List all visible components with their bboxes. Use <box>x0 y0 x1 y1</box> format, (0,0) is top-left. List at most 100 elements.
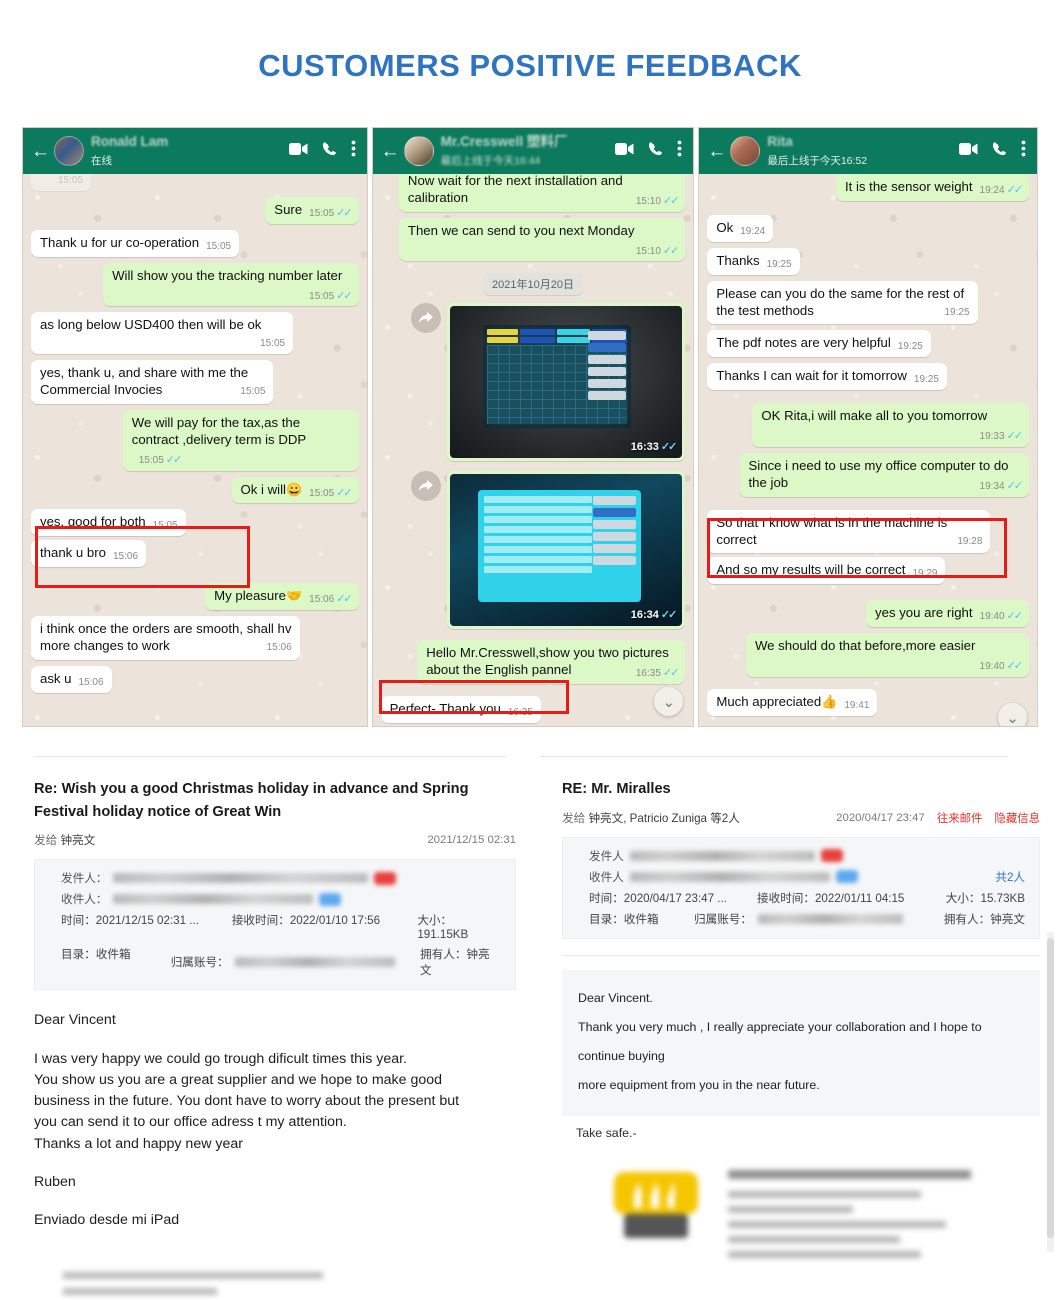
message-list: It is the sensor weight 19:24 ✓✓ Ok 19:24 T… <box>707 174 1029 726</box>
bubble-meta: 15:05 ✓✓ <box>309 206 353 219</box>
chat-bubble[interactable]: Sure 15:05 ✓✓ <box>265 196 359 224</box>
more-options-icon[interactable] <box>1021 140 1026 162</box>
video-call-icon[interactable] <box>959 142 978 161</box>
whatsapp-panel-rita: ← Rita 最后上线于今天16:52 It is the sensor wei… <box>698 127 1038 727</box>
email-date: 2020/04/17 23:47 <box>836 811 925 824</box>
chat-bubble[interactable]: yes, good for both 15:05 <box>31 509 186 537</box>
chat-bubble[interactable]: ask u 15:06 <box>31 665 112 693</box>
chat-bubble[interactable]: And so my results will be correct 19:29 <box>707 557 946 585</box>
bubble-text: Now wait for the next installation and c… <box>407 173 623 205</box>
chat-bubble[interactable]: i think once the orders are smooth, shal… <box>31 616 300 660</box>
to-value: 钟亮文, Patricio Zuniga 等2人 <box>588 811 740 825</box>
feedback-page: CUSTOMERS POSITIVE FEEDBACK ← Ronald Lam… <box>0 0 1060 1300</box>
account-field: 归属账号： <box>694 911 924 927</box>
hide-info-link[interactable]: 隐藏信息 <box>994 810 1040 826</box>
chat-bubble[interactable]: Will show you the tracking number later 1… <box>103 262 359 307</box>
photo-bubble[interactable]: 16:34 ✓✓ <box>447 471 686 630</box>
photo-timestamp: 16:33 ✓✓ <box>630 441 678 454</box>
chat-bubble[interactable]: Perfect- Thank you 16:35 <box>380 696 541 724</box>
bubble-meta: 19:25 <box>913 374 939 386</box>
machine-settings-photo: 16:34 ✓✓ <box>450 474 683 627</box>
chat-bubble[interactable]: Much appreciated👍 19:41 <box>707 688 878 716</box>
more-options-icon[interactable] <box>677 140 682 162</box>
back-arrow-icon[interactable]: ← <box>381 142 400 161</box>
recipient-avatar-redacted <box>835 870 858 884</box>
chat-bubble[interactable]: Please can you do the same for the rest … <box>707 280 978 325</box>
email-mr-miralles: RE: Mr. Miralles 发给 钟亮文, Patricio Zuniga… <box>540 756 1060 1300</box>
bubble-text: Ok i will <box>240 481 286 497</box>
chat-bubble[interactable]: OK Rita,i will make all to you tomorrow 1… <box>752 403 1029 447</box>
chat-bubble[interactable]: Thanks I can wait for it tomorrow 19:25 <box>707 363 947 391</box>
phone-call-icon[interactable] <box>648 141 663 161</box>
whatsapp-panel-mr-cresswell: ← Mr.Cresswell 塑料厂 最后上线于今天16:44 Now wait… <box>371 127 695 727</box>
bubble-meta: 19:25 <box>944 306 970 318</box>
time-value: 2021/12/15 02:31 ... <box>95 914 199 928</box>
chat-bubble[interactable]: yes you are right 19:40 ✓✓ <box>866 600 1029 628</box>
avatar[interactable] <box>403 136 434 166</box>
message-row: as long below USD400 then will be ok 15:0… <box>31 312 359 355</box>
people-count-link[interactable]: 共2人 <box>995 869 1025 885</box>
chat-bubble[interactable]: Ok i will😀 15:05 ✓✓ <box>231 476 359 504</box>
back-arrow-icon[interactable]: ← <box>707 142 726 161</box>
bubble-meta: 19:41 <box>844 699 870 711</box>
avatar[interactable] <box>54 136 84 166</box>
signature-text-redacted <box>728 1170 1040 1266</box>
message-row: Perfect- Thank you 16:35 <box>380 696 686 724</box>
chat-bubble[interactable]: thank u bro 15:06 <box>31 540 147 568</box>
bubble-meta: 19:40 ✓✓ <box>979 610 1024 623</box>
video-call-icon[interactable] <box>288 142 308 161</box>
account-value-redacted <box>757 913 903 924</box>
chat-bubble[interactable]: So that I know what is in the machine is… <box>707 509 991 554</box>
chevron-down-icon[interactable]: ⌄ <box>998 703 1027 726</box>
forward-icon[interactable] <box>411 471 442 502</box>
bubble-text: Hello Mr.Cresswell,show you two pictures… <box>426 645 669 678</box>
received-value: 2022/01/10 17:56 <box>289 914 381 928</box>
recipient-value-redacted <box>629 871 830 882</box>
chat-bubble[interactable]: Then we can send to you next Monday 15:10… <box>398 217 686 262</box>
bubble-meta: 19:24 <box>740 225 766 237</box>
chat-bubble[interactable]: yes, thank u, and share with me the Comm… <box>31 360 274 404</box>
owner-label: 拥有人： <box>420 948 467 962</box>
bubble-text: as long below USD400 then will be ok <box>40 317 262 333</box>
conversation-link[interactable]: 往来邮件 <box>937 810 983 826</box>
phone-call-icon[interactable] <box>322 141 337 161</box>
contact-name: Mr.Cresswell 塑料厂 <box>440 133 568 149</box>
avatar[interactable] <box>730 136 761 166</box>
photo-bubble[interactable]: 16:33 ✓✓ <box>447 303 686 462</box>
chat-bubble[interactable]: My pleasure🤝 15:06 ✓✓ <box>205 583 359 611</box>
bubble-meta: 15:06 <box>78 676 104 688</box>
recipient-value-redacted <box>113 894 314 905</box>
chat-bubble[interactable]: The pdf notes are very helpful 19:25 <box>707 330 931 358</box>
chat-bubble[interactable]: It is the sensor weight 19:24 ✓✓ <box>835 174 1029 201</box>
more-options-icon[interactable] <box>351 140 356 162</box>
message-row: Then we can send to you next Monday 15:10… <box>381 217 686 262</box>
bubble-text: We will pay for the tax,as the contract … <box>131 414 307 447</box>
chat-bubble[interactable]: Now wait for the next installation and c… <box>398 168 686 212</box>
chat-bubble[interactable]: Thank u for ur co-operation 15:05 <box>31 229 240 257</box>
chat-body[interactable]: 15:05 Sure 15:05 ✓✓ Thank u for ur co-oper… <box>23 164 367 726</box>
bubble-meta: 19:34 ✓✓ <box>979 479 1024 492</box>
chat-bubble[interactable]: Ok 19:24 <box>707 214 774 242</box>
hmi-parameter-rows <box>484 495 592 594</box>
phone-call-icon[interactable] <box>992 141 1007 161</box>
back-arrow-icon[interactable]: ← <box>31 142 50 161</box>
chat-body[interactable]: It is the sensor weight 19:24 ✓✓ Ok 19:24 T… <box>699 174 1037 726</box>
chat-bubble[interactable]: Thanks 19:25 <box>707 247 800 275</box>
body-greeting: Dear Vincent <box>34 1012 116 1029</box>
chat-bubble[interactable]: Hello Mr.Cresswell,show you two pictures… <box>417 640 686 685</box>
chat-bubble[interactable]: We will pay for the tax,as the contract … <box>122 409 359 471</box>
message-row: Hello Mr.Cresswell,show you two pictures… <box>381 640 686 685</box>
forward-icon[interactable] <box>411 303 442 334</box>
scrollbar-thumb[interactable] <box>1047 938 1054 1238</box>
received-field: 接收时间：2022/01/11 04:15 <box>757 890 935 906</box>
chat-body[interactable]: Now wait for the next installation and c… <box>372 168 694 726</box>
chat-bubble[interactable]: as long below USD400 then will be ok 15:0… <box>31 312 294 355</box>
chat-bubble[interactable]: Since i need to use my office computer t… <box>739 452 1029 497</box>
header-actions <box>959 140 1029 162</box>
header-actions <box>615 140 685 162</box>
video-call-icon[interactable] <box>615 142 634 161</box>
size-label: 大小： <box>945 891 981 905</box>
chat-bubble[interactable]: We should do that before,more easier 19:4… <box>745 633 1029 677</box>
bubble-meta: 19:24 ✓✓ <box>979 184 1024 196</box>
size-field: 大小：15.73KB <box>946 890 1025 906</box>
